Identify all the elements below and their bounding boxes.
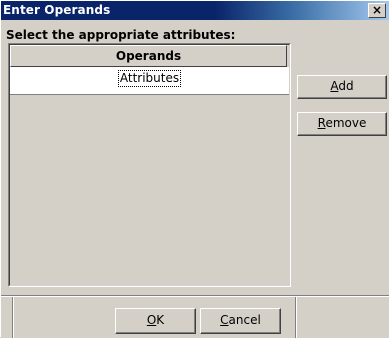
list-item[interactable]: Attributes — [10, 67, 289, 95]
ok-button-label: K — [156, 313, 165, 327]
add-button[interactable]: Add — [297, 75, 387, 99]
instruction-label: Select the appropriate attributes: — [6, 28, 236, 42]
cancel-button[interactable]: Cancel — [200, 308, 281, 334]
title-bar[interactable]: Enter Operands × — [1, 1, 389, 20]
cancel-button-label: ancel — [228, 313, 261, 327]
operands-list[interactable]: Operands Attributes — [8, 43, 291, 287]
footer-divider-right — [295, 297, 297, 338]
ok-button-mnemonic: O — [146, 313, 157, 327]
footer-divider-left — [12, 297, 14, 338]
add-button-label: dd — [338, 79, 354, 93]
remove-button[interactable]: Remove — [297, 112, 387, 136]
column-header-operands[interactable]: Operands — [10, 45, 287, 67]
close-icon[interactable]: × — [368, 3, 386, 18]
window-title: Enter Operands — [3, 3, 111, 17]
footer-separator — [1, 295, 389, 297]
ok-button[interactable]: OK — [115, 308, 196, 334]
operands-list-body: Operands Attributes — [9, 44, 290, 286]
remove-button-label: emove — [325, 116, 367, 130]
enter-operands-dialog: Enter Operands × Select the appropriate … — [0, 0, 389, 338]
list-item-label: Attributes — [117, 70, 182, 87]
cancel-button-mnemonic: C — [220, 313, 229, 327]
